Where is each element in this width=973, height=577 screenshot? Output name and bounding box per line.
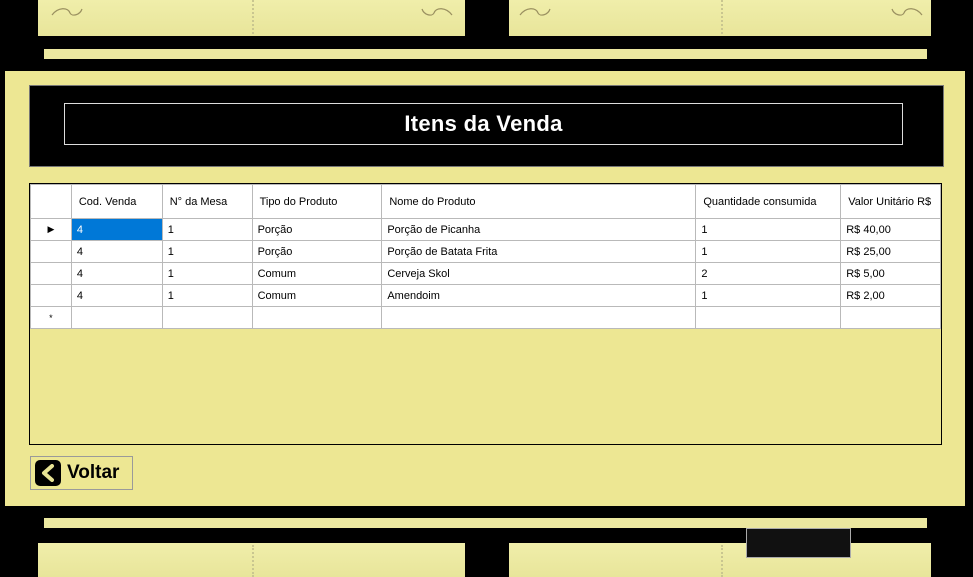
row-header[interactable] — [30, 284, 72, 307]
column-header-cod-venda[interactable]: Cod. Venda — [70, 184, 163, 219]
column-header-valor-unitario-label: Valor Unitário R$ — [848, 195, 932, 208]
cell-nome-produto[interactable]: Porção de Picanha — [381, 218, 697, 241]
back-button[interactable]: Voltar — [30, 456, 133, 490]
cell-nome-produto[interactable]: Cerveja Skol — [381, 262, 697, 285]
cell-cod-venda[interactable]: 4 — [70, 218, 163, 241]
background-panel-bottom-right — [509, 543, 931, 577]
cell-quantidade[interactable]: 1 — [695, 240, 842, 263]
current-row-indicator-icon[interactable]: ▶ — [30, 218, 72, 241]
cell-valor-unitario[interactable]: R$ 40,00 — [840, 218, 941, 241]
cell-nome-produto[interactable]: Porção de Batata Frita — [381, 240, 697, 263]
new-cell[interactable] — [381, 306, 697, 329]
chevron-left-icon-graphic — [42, 464, 54, 482]
background-strip — [44, 518, 927, 528]
title-frame: Itens da Venda — [64, 103, 903, 145]
row-header[interactable] — [30, 240, 72, 263]
items-dialog: Itens da Venda Cod. Venda N° da Mesa Tip… — [5, 71, 965, 506]
ornament-icon — [519, 8, 551, 16]
new-cell[interactable] — [161, 306, 253, 329]
cell-numero-mesa[interactable]: 1 — [161, 218, 253, 241]
cell-valor-unitario[interactable]: R$ 2,00 — [840, 284, 941, 307]
background-strip — [44, 49, 927, 59]
column-header-tipo-produto[interactable]: Tipo do Produto — [251, 184, 383, 219]
background-dotted-line — [252, 0, 256, 34]
cell-quantidade[interactable]: 1 — [695, 284, 842, 307]
background-panel-top-right — [509, 0, 931, 36]
background-dotted-line — [252, 545, 256, 577]
background-dotted-line — [721, 545, 725, 577]
cell-cod-venda[interactable]: 4 — [70, 262, 163, 285]
ornament-icon — [421, 8, 453, 16]
cell-tipo-produto[interactable]: Comum — [251, 262, 383, 285]
new-row-indicator-icon[interactable]: * — [30, 306, 72, 329]
cell-tipo-produto[interactable]: Porção — [251, 240, 383, 263]
page-title: Itens da Venda — [404, 111, 563, 136]
background-dotted-line — [721, 0, 725, 34]
cell-numero-mesa[interactable]: 1 — [161, 262, 253, 285]
column-header-nome-produto[interactable]: Nome do Produto — [381, 184, 697, 219]
back-button-label: Voltar — [67, 462, 120, 483]
table-row[interactable]: ▶ 4 1 Porção Porção de Picanha 1 R$ 40,0… — [30, 218, 941, 241]
cell-quantidade[interactable]: 2 — [695, 262, 842, 285]
table-row[interactable]: 4 1 Comum Amendoim 1 R$ 2,00 — [30, 284, 941, 307]
row-header[interactable] — [30, 262, 72, 285]
cell-cod-venda[interactable]: 4 — [70, 240, 163, 263]
cell-nome-produto[interactable]: Amendoim — [381, 284, 697, 307]
cell-numero-mesa[interactable]: 1 — [161, 240, 253, 263]
cell-tipo-produto[interactable]: Comum — [251, 284, 383, 307]
new-cell[interactable] — [251, 306, 383, 329]
dialog-header: Itens da Venda — [29, 85, 944, 167]
column-header-valor-unitario[interactable]: Valor Unitário R$ — [840, 184, 941, 219]
cell-cod-venda[interactable]: 4 — [70, 284, 163, 307]
new-row[interactable]: * — [30, 306, 941, 329]
new-cell[interactable] — [70, 306, 163, 329]
cell-valor-unitario[interactable]: R$ 25,00 — [840, 240, 941, 263]
column-header-quantidade[interactable]: Quantidade consumida — [695, 184, 842, 219]
cell-tipo-produto[interactable]: Porção — [251, 218, 383, 241]
sale-items-grid[interactable]: Cod. Venda N° da Mesa Tipo do Produto No… — [29, 183, 942, 445]
sale-items-table: Cod. Venda N° da Mesa Tipo do Produto No… — [30, 184, 941, 329]
cell-numero-mesa[interactable]: 1 — [161, 284, 253, 307]
ornament-icon — [51, 8, 83, 16]
new-cell[interactable] — [695, 306, 842, 329]
table-row[interactable]: 4 1 Comum Cerveja Skol 2 R$ 5,00 — [30, 262, 941, 285]
row-header-corner — [30, 184, 72, 219]
ornament-icon — [891, 8, 923, 16]
cell-valor-unitario[interactable]: R$ 5,00 — [840, 262, 941, 285]
new-cell[interactable] — [840, 306, 941, 329]
cell-quantidade[interactable]: 1 — [695, 218, 842, 241]
column-header-numero-mesa[interactable]: N° da Mesa — [161, 184, 253, 219]
chevron-left-icon — [35, 460, 61, 486]
table-row[interactable]: 4 1 Porção Porção de Batata Frita 1 R$ 2… — [30, 240, 941, 263]
table-header-row: Cod. Venda N° da Mesa Tipo do Produto No… — [30, 184, 941, 219]
background-dark-box — [746, 528, 851, 558]
